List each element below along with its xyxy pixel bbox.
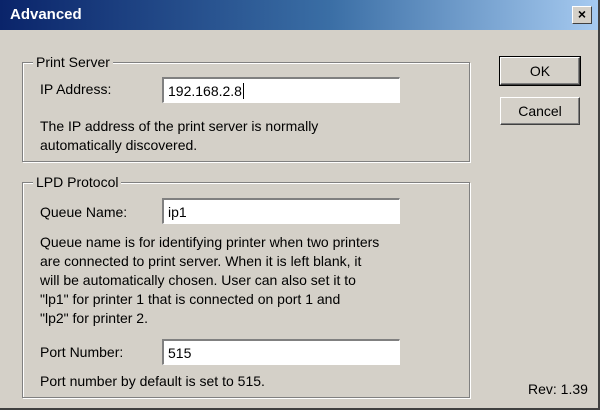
queue-description-line: are connected to print server. When it i…	[40, 253, 362, 269]
queue-name-description: Queue name is for identifying printer wh…	[40, 233, 379, 328]
ip-address-value: 192.168.2.8	[168, 83, 242, 99]
port-number-description: Port number by default is set to 515.	[40, 373, 265, 389]
lpd-protocol-legend: LPD Protocol	[33, 174, 122, 190]
close-icon: ×	[577, 6, 587, 22]
queue-name-value: ip1	[168, 204, 187, 220]
advanced-dialog: Advanced × Print Server IP Address: 192.…	[0, 0, 600, 410]
ip-address-description: The IP address of the print server is no…	[40, 117, 318, 155]
port-number-input[interactable]: 515	[162, 339, 400, 365]
close-button[interactable]: ×	[572, 6, 592, 24]
queue-name-label: Queue Name:	[40, 204, 128, 220]
port-number-label: Port Number:	[40, 344, 124, 360]
ip-address-input[interactable]: 192.168.2.8	[162, 77, 400, 103]
print-server-legend: Print Server	[33, 54, 113, 70]
title-bar[interactable]: Advanced ×	[0, 0, 598, 30]
text-caret	[242, 83, 244, 99]
ip-description-line: automatically discovered.	[40, 137, 198, 153]
revision-label: Rev: 1.39	[528, 381, 588, 397]
ip-description-line: The IP address of the print server is no…	[40, 118, 319, 134]
port-number-value: 515	[168, 345, 192, 361]
queue-description-line: Queue name is for identifying printer wh…	[40, 234, 380, 250]
queue-description-line: will be automatically chosen. User can a…	[40, 272, 356, 288]
cancel-button[interactable]: Cancel	[500, 97, 580, 125]
ok-button[interactable]: OK	[499, 56, 581, 86]
dialog-title: Advanced	[10, 6, 82, 23]
queue-description-line: "lp2" for printer 2.	[40, 310, 148, 326]
queue-description-line: "lp1" for printer 1 that is connected on…	[40, 291, 341, 307]
ip-address-label: IP Address:	[40, 81, 112, 97]
queue-name-input[interactable]: ip1	[162, 198, 400, 224]
